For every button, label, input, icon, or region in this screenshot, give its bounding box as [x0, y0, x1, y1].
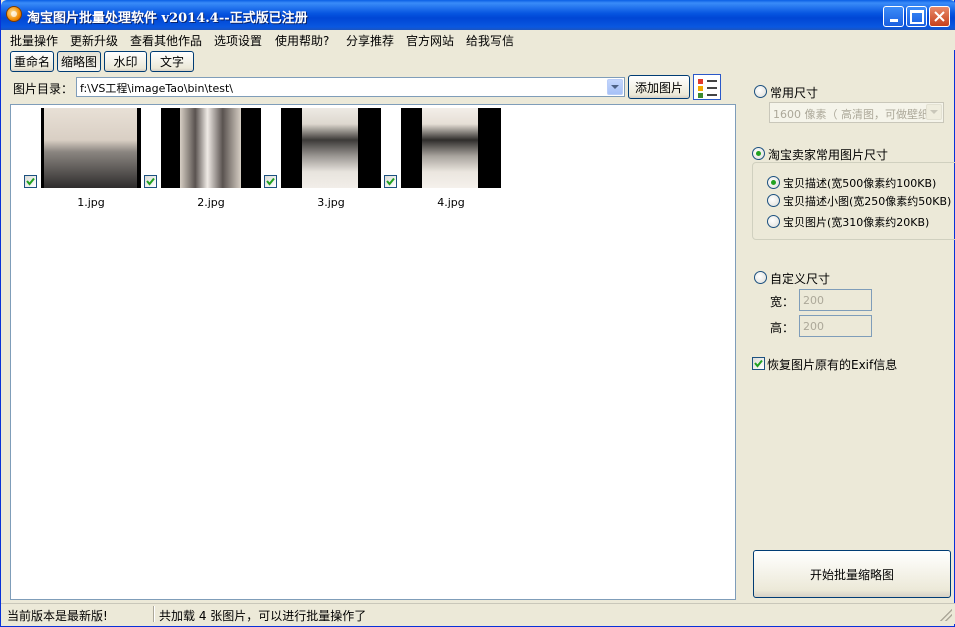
menu-update[interactable]: 更新升级 — [70, 32, 118, 49]
thumbnail-list[interactable]: 1.jpg 2.jpg 3.jpg 4.jpg — [10, 104, 736, 600]
thumbnail-filename: 4.jpg — [437, 196, 465, 209]
taobao-size-radio[interactable] — [752, 147, 765, 160]
directory-combo[interactable]: f:\VS工程\imageTao\bin\test\ — [76, 77, 625, 97]
taobao-size-label: 淘宝卖家常用图片尺寸 — [768, 148, 889, 162]
thumbnail-checkbox[interactable] — [264, 175, 277, 188]
minimize-button[interactable] — [883, 6, 904, 27]
check-icon — [386, 177, 395, 186]
menu-batch[interactable]: 批量操作 — [10, 32, 58, 49]
thumbnail-item[interactable]: 1.jpg — [11, 108, 141, 209]
custom-size-label: 自定义尺寸 — [770, 272, 831, 286]
desc-small-label: 宝贝描述小图(宽250像素约50KB) — [783, 195, 952, 208]
menu-bar: 批量操作 更新升级 查看其他作品 选项设置 使用帮助? 分享推荐 官方网站 给我… — [1, 30, 955, 50]
thumbnail-item[interactable]: 4.jpg — [371, 108, 501, 209]
chevron-down-icon[interactable] — [926, 104, 942, 120]
app-icon — [6, 6, 22, 22]
custom-size-radio[interactable] — [754, 271, 767, 284]
status-version: 当前版本是最新版! — [7, 609, 108, 623]
directory-label: 图片目录： — [13, 82, 74, 96]
check-icon — [266, 177, 275, 186]
height-input[interactable]: 200 — [799, 315, 872, 337]
status-message: 共加载 4 张图片，可以进行批量操作了 — [159, 609, 367, 623]
thumbnail-image — [401, 108, 501, 188]
height-label: 高： — [770, 321, 795, 335]
thumbnail-checkbox[interactable] — [24, 175, 37, 188]
check-icon — [754, 359, 763, 368]
window-title: 淘宝图片批量处理软件 v2014.4--正式版已注册 — [27, 11, 308, 26]
maximize-button[interactable] — [906, 6, 927, 27]
desc-large-radio[interactable] — [767, 176, 780, 189]
thumbnail-checkbox[interactable] — [144, 175, 157, 188]
item-image-radio[interactable] — [767, 215, 780, 228]
start-batch-button[interactable]: 开始批量缩略图 — [753, 550, 951, 598]
close-button[interactable] — [929, 6, 950, 27]
title-bar[interactable]: 淘宝图片批量处理软件 v2014.4--正式版已注册 — [1, 0, 955, 30]
main-window: 淘宝图片批量处理软件 v2014.4--正式版已注册 批量操作 更新升级 查看其… — [0, 0, 955, 627]
common-size-dropdown[interactable]: 1600 像素（ 高清图，可做壁纸 — [769, 102, 944, 123]
exif-label: 恢复图片原有的Exif信息 — [767, 358, 898, 372]
menu-options[interactable]: 选项设置 — [214, 32, 262, 49]
add-images-button[interactable]: 添加图片 — [628, 75, 690, 99]
tab-rename[interactable]: 重命名 — [10, 51, 54, 72]
common-size-value: 1600 像素（ 高清图，可做壁纸 — [773, 108, 929, 121]
tab-thumbnail[interactable]: 缩略图 — [57, 51, 101, 72]
thumbnail-item[interactable]: 3.jpg — [251, 108, 381, 209]
desc-large-label: 宝贝描述(宽500像素约100KB) — [783, 177, 937, 190]
desc-small-radio[interactable] — [767, 194, 780, 207]
thumbnail-filename: 3.jpg — [317, 196, 345, 209]
tab-text[interactable]: 文字 — [150, 51, 194, 72]
view-mode-button[interactable] — [693, 74, 721, 100]
resize-grip-icon[interactable] — [940, 609, 952, 621]
common-size-label: 常用尺寸 — [770, 86, 819, 100]
item-image-label: 宝贝图片(宽310像素约20KB) — [783, 216, 930, 229]
menu-share[interactable]: 分享推荐 — [346, 32, 394, 49]
close-icon — [934, 11, 945, 22]
common-size-radio[interactable] — [754, 85, 767, 98]
menu-other-works[interactable]: 查看其他作品 — [130, 32, 202, 49]
status-bar: 当前版本是最新版! 共加载 4 张图片，可以进行批量操作了 — [1, 603, 955, 624]
thumbnail-item[interactable]: 2.jpg — [131, 108, 261, 209]
width-input[interactable]: 200 — [799, 289, 872, 311]
thumbnail-checkbox[interactable] — [384, 175, 397, 188]
menu-contact[interactable]: 给我写信 — [466, 32, 514, 49]
menu-help[interactable]: 使用帮助? — [275, 32, 329, 49]
menu-website[interactable]: 官方网站 — [406, 32, 454, 49]
width-value: 200 — [803, 294, 824, 307]
status-divider — [153, 606, 155, 622]
height-value: 200 — [803, 320, 824, 333]
directory-path: f:\VS工程\imageTao\bin\test\ — [80, 82, 233, 95]
tab-watermark[interactable]: 水印 — [104, 51, 147, 72]
check-icon — [26, 177, 35, 186]
thumbnail-image — [41, 108, 141, 188]
width-label: 宽： — [770, 295, 795, 309]
check-icon — [146, 177, 155, 186]
thumbnail-image — [281, 108, 381, 188]
exif-checkbox[interactable] — [752, 357, 765, 370]
thumbnail-image — [161, 108, 261, 188]
thumbnail-filename: 1.jpg — [77, 196, 105, 209]
chevron-down-icon[interactable] — [607, 79, 623, 95]
thumbnail-filename: 2.jpg — [197, 196, 225, 209]
